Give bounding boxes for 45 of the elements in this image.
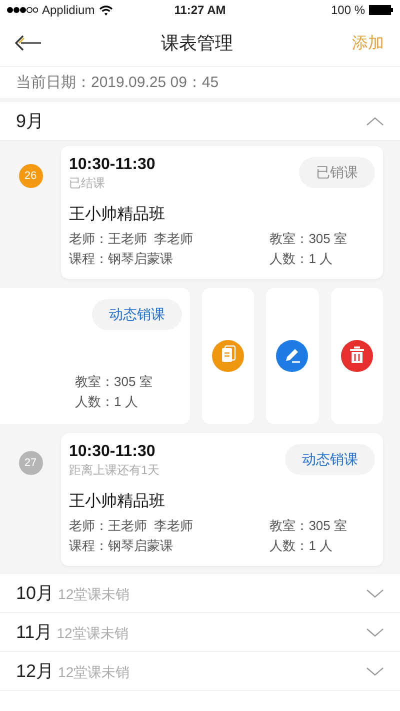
month-summary: 12堂课未销 bbox=[58, 664, 130, 682]
month-title: 11月 bbox=[16, 621, 53, 644]
signal-icon bbox=[6, 6, 38, 14]
lesson-status: 距离上课还有1天 bbox=[69, 462, 160, 479]
lesson-status: 已结课 bbox=[69, 175, 106, 192]
back-arrow-icon bbox=[14, 34, 42, 52]
lesson-card[interactable]: 10:30-11:30 距离上课还有1天 动态销课 王小帅精品班 老师：王老师 李老师 课程：钢琴启蒙课 教室：305 室 人数：1 人 bbox=[61, 433, 383, 566]
cancel-lesson-button[interactable]: 动态销课 bbox=[92, 299, 182, 330]
action-button[interactable] bbox=[330, 288, 383, 424]
battery-percent: 100 % bbox=[330, 3, 365, 17]
cancel-lesson-button[interactable]: 动态销课 bbox=[285, 444, 375, 475]
info-text: 老师：王老师 李老师 bbox=[69, 230, 194, 248]
lesson-time: 10:30-11:30 bbox=[69, 443, 156, 461]
info-text: 教室：305 室 bbox=[75, 373, 154, 391]
info-text: 人数：1 人 bbox=[270, 250, 334, 268]
lesson-card[interactable]: 动态销课 教室：305 室 人数：1 人 bbox=[0, 288, 190, 424]
month-summary: 12堂课未销 bbox=[58, 586, 130, 604]
info-text: 教室：305 室 bbox=[270, 517, 347, 535]
wifi-icon bbox=[98, 4, 113, 16]
lesson-time: 10:30-11:30 bbox=[69, 156, 156, 174]
month-summary: 12堂课未销 bbox=[56, 625, 128, 643]
info-text: 教室：305 室 bbox=[270, 230, 347, 248]
action-button[interactable] bbox=[202, 288, 254, 424]
info-text: 人数：1 人 bbox=[270, 537, 334, 555]
month-title: 10月 bbox=[16, 582, 54, 605]
month-title: 9月 bbox=[16, 110, 44, 133]
page-title: 课表管理 bbox=[161, 32, 233, 55]
action-button[interactable] bbox=[266, 288, 319, 424]
battery-icon bbox=[369, 5, 394, 15]
month-title: 12月 bbox=[16, 660, 54, 683]
expand-chevron-icon[interactable] bbox=[366, 588, 384, 598]
class-name: 王小帅精品班 bbox=[69, 492, 166, 512]
info-text: 人数：1 人 bbox=[75, 393, 139, 411]
info-text: 课程：钢琴启蒙课 bbox=[69, 537, 174, 555]
info-text: 课程：钢琴启蒙课 bbox=[69, 250, 174, 268]
day-badge: 27 bbox=[18, 451, 42, 475]
back-button[interactable] bbox=[14, 34, 42, 52]
status-time: 11:27 AM bbox=[174, 3, 226, 17]
expand-chevron-icon[interactable] bbox=[366, 628, 384, 636]
info-text: 老师：王老师 李老师 bbox=[69, 517, 194, 535]
carrier-name: Applidium bbox=[42, 3, 95, 17]
class-name: 王小帅精品班 bbox=[69, 204, 166, 225]
expand-chevron-icon[interactable] bbox=[366, 666, 384, 676]
day-badge: 26 bbox=[18, 164, 42, 188]
collapse-chevron-icon[interactable] bbox=[366, 116, 384, 126]
